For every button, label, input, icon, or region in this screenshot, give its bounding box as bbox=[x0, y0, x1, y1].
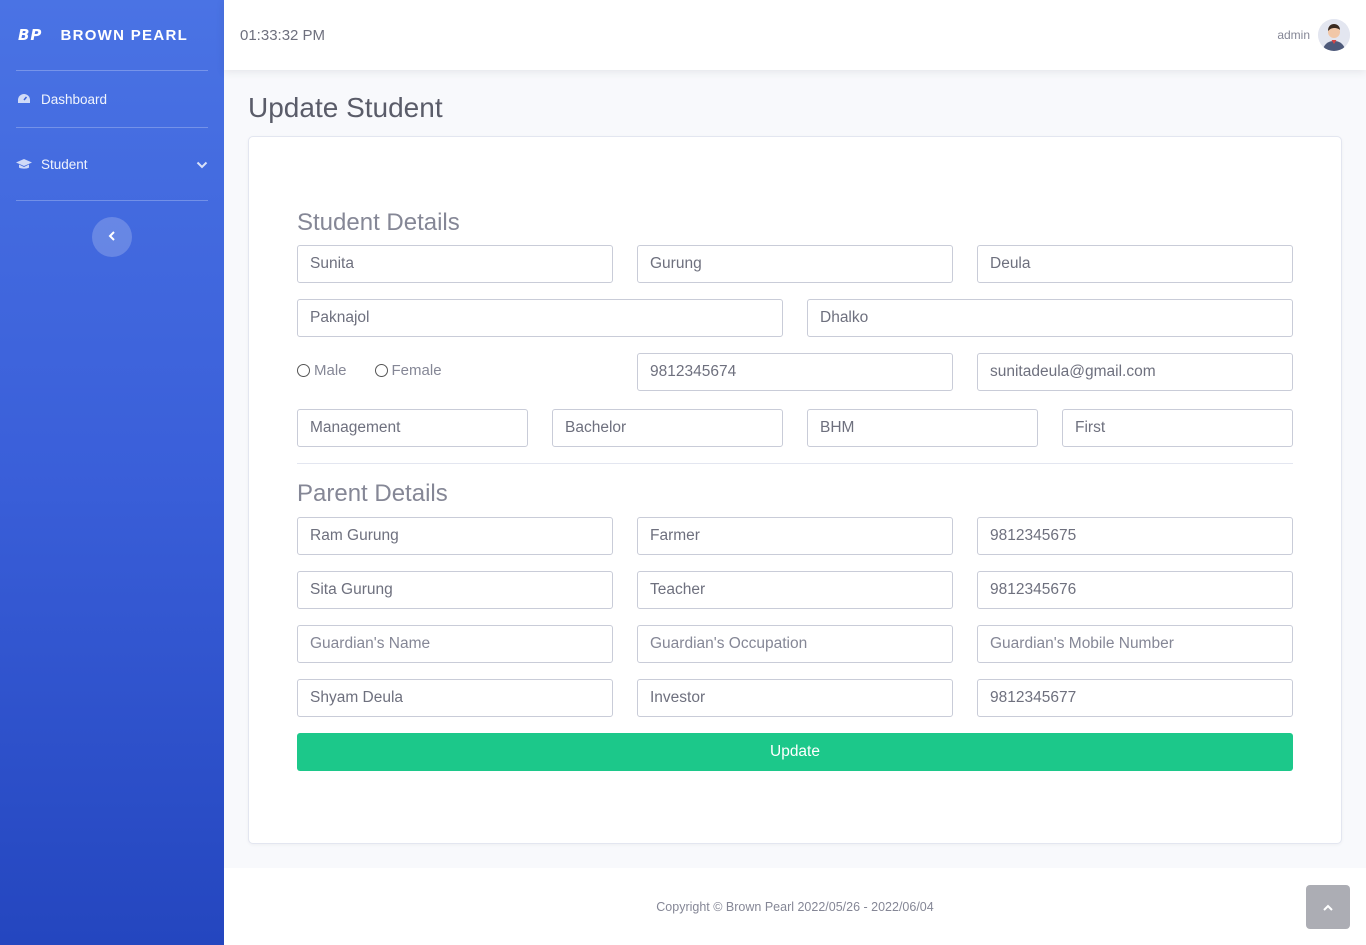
address-input[interactable]: Paknajol bbox=[297, 299, 783, 337]
clock: 01:33:32 PM bbox=[240, 26, 326, 44]
copyright-text: Copyright © Brown Pearl 2022/05/26 - 202… bbox=[656, 899, 934, 914]
chevron-up-icon bbox=[1323, 898, 1333, 916]
middle-name-input[interactable]: Gurung bbox=[637, 245, 953, 283]
brand[interactable]: BP BROWN PEARL bbox=[0, 0, 224, 70]
first-name-input[interactable]: Sunita bbox=[297, 245, 613, 283]
other-occupation-input[interactable]: Investor bbox=[637, 679, 953, 717]
sidebar-divider bbox=[16, 200, 208, 201]
faculty-input[interactable]: Management bbox=[297, 409, 528, 447]
sidebar-toggle-button[interactable] bbox=[92, 217, 132, 257]
username: admin bbox=[1277, 28, 1310, 42]
email-input[interactable]: sunitadeula@gmail.com bbox=[977, 353, 1293, 391]
year-input[interactable]: First bbox=[1062, 409, 1293, 447]
gender-female-radio[interactable]: Female bbox=[374, 362, 442, 379]
guardian-mobile-input[interactable]: Guardian's Mobile Number bbox=[977, 625, 1293, 663]
guardian-name-input[interactable]: Guardian's Name bbox=[297, 625, 613, 663]
other-name-input[interactable]: Shyam Deula bbox=[297, 679, 613, 717]
mother-mobile-input[interactable]: 9812345676 bbox=[977, 571, 1293, 609]
chevron-down-icon bbox=[196, 157, 208, 172]
update-button[interactable]: Update bbox=[297, 733, 1293, 771]
gender-female-label: Female bbox=[391, 362, 442, 379]
radio-circle-icon[interactable] bbox=[374, 364, 388, 377]
chevron-left-icon bbox=[108, 228, 116, 246]
mother-name-input[interactable]: Sita Gurung bbox=[297, 571, 613, 609]
graduation-cap-icon bbox=[16, 158, 32, 170]
gender-male-radio[interactable]: Male bbox=[297, 362, 347, 379]
gender-radio-group: Male Female bbox=[297, 362, 470, 379]
gauge-icon bbox=[16, 93, 32, 105]
sidebar-item-label: Dashboard bbox=[41, 91, 108, 107]
gender-male-label: Male bbox=[314, 362, 347, 379]
topbar: 01:33:32 PM admin bbox=[224, 0, 1366, 70]
section-divider bbox=[297, 463, 1293, 464]
radio-circle-icon[interactable] bbox=[297, 364, 310, 377]
scroll-to-top-button[interactable] bbox=[1306, 885, 1350, 929]
father-name-input[interactable]: Ram Gurung bbox=[297, 517, 613, 555]
mobile-input[interactable]: 9812345674 bbox=[637, 353, 953, 391]
father-occupation-input[interactable]: Farmer bbox=[637, 517, 953, 555]
avatar bbox=[1318, 19, 1350, 51]
last-name-input[interactable]: Deula bbox=[977, 245, 1293, 283]
mother-occupation-input[interactable]: Teacher bbox=[637, 571, 953, 609]
parent-details-heading: Parent Details bbox=[297, 480, 448, 507]
sidebar-item-label: Student bbox=[41, 156, 88, 172]
student-details-heading: Student Details bbox=[297, 209, 460, 236]
brand-logo: BP bbox=[18, 26, 43, 44]
update-student-form: Student Details Sunita Gurung Deula Pakn… bbox=[248, 136, 1342, 844]
page-title: Update Student bbox=[248, 92, 443, 123]
user-menu[interactable]: admin bbox=[1277, 19, 1350, 51]
brand-name: BROWN PEARL bbox=[60, 26, 189, 44]
level-input[interactable]: Bachelor bbox=[552, 409, 783, 447]
father-mobile-input[interactable]: 9812345675 bbox=[977, 517, 1293, 555]
program-input[interactable]: BHM bbox=[807, 409, 1038, 447]
guardian-occupation-input[interactable]: Guardian's Occupation bbox=[637, 625, 953, 663]
address-secondary-input[interactable]: Dhalko bbox=[807, 299, 1293, 337]
sidebar-item-student[interactable]: Student bbox=[0, 128, 224, 200]
footer: Copyright © Brown Pearl 2022/05/26 - 202… bbox=[224, 868, 1366, 945]
other-mobile-input[interactable]: 9812345677 bbox=[977, 679, 1293, 717]
sidebar: BP BROWN PEARL Dashboard Student bbox=[0, 0, 224, 945]
sidebar-item-dashboard[interactable]: Dashboard bbox=[0, 71, 224, 127]
